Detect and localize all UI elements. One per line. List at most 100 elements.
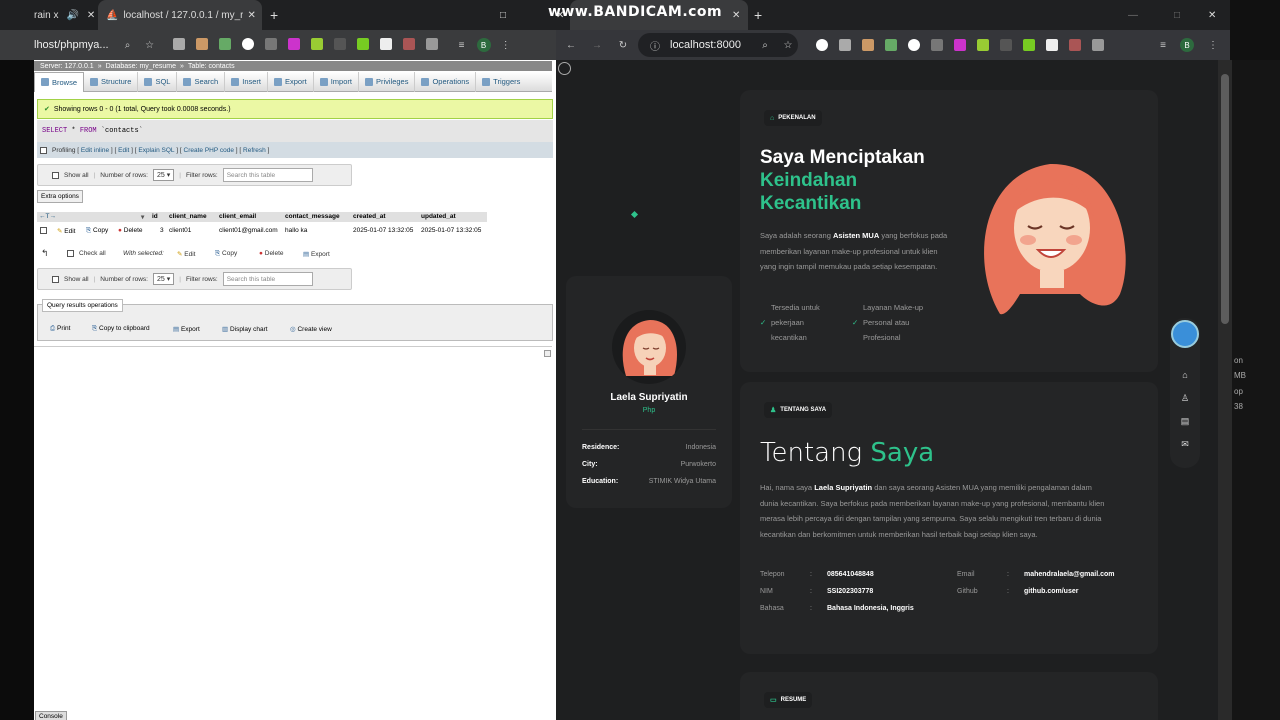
reload-icon[interactable]: ↻ [616,38,630,52]
site-info-icon[interactable]: ⓘ [648,38,662,53]
new-tab-button[interactable]: + [754,0,768,30]
check-all-checkbox[interactable] [67,250,74,257]
user-icon[interactable]: ♙ [1179,393,1191,404]
rows-per-page-select[interactable]: 25 ▾ [152,273,175,285]
menu-icon[interactable]: ⋮ [499,38,513,52]
maximize-icon[interactable]: □ [500,0,514,30]
zoom-icon[interactable]: ⌕ [758,38,772,52]
extension-icon[interactable] [218,37,231,50]
refresh-link[interactable]: Refresh [243,147,266,154]
filter-rows-input[interactable]: Search this table [222,272,313,286]
tab-insert[interactable]: Insert [225,71,268,92]
extension-icon[interactable] [333,37,346,50]
extension-icon[interactable] [356,37,369,50]
extension-icon[interactable] [931,39,943,51]
close-icon[interactable]: ✕ [247,10,255,21]
show-all-checkbox[interactable] [52,275,59,283]
extension-icon[interactable] [287,37,300,50]
column-created-at[interactable]: created_at [353,213,386,220]
profile-avatar[interactable]: B [1180,38,1194,52]
scroll-box[interactable] [544,350,551,357]
extension-icon[interactable] [1023,39,1035,51]
tab-export[interactable]: Export [268,71,314,92]
tab-structure[interactable]: Structure [84,71,139,92]
forward-icon[interactable]: → [590,38,604,52]
back-icon[interactable]: ← [564,38,578,52]
queue-icon[interactable]: ≡ [1156,38,1170,52]
puzzle-icon[interactable] [425,37,438,50]
tab-browse[interactable]: Browse [34,71,85,92]
copy-clipboard-link[interactable]: ⎘ Copy to clipboard [92,325,150,333]
bulk-edit-button[interactable]: ✎ Edit [177,250,195,258]
close-icon[interactable]: ✕ [87,10,94,21]
star-icon[interactable]: ☆ [781,38,795,52]
close-window-icon[interactable]: ✕ [1208,0,1222,30]
breadcrumb-database[interactable]: Database: my_resume [106,63,176,70]
profiling-checkbox[interactable] [40,146,47,154]
extension-icon[interactable] [310,37,323,50]
scrollbar-thumb[interactable] [1221,74,1229,324]
bulk-copy-button[interactable]: ⎘ Copy [215,250,237,258]
column-contact-message[interactable]: contact_message [285,213,340,220]
column-id[interactable]: id [152,213,158,220]
filter-rows-input[interactable]: Search this table [222,168,313,182]
tab-triggers[interactable]: Triggers [476,72,526,92]
github-link[interactable]: github.com/user [1024,588,1078,595]
edit-inline-link[interactable]: Edit inline [81,147,109,154]
tab-search[interactable]: Search [177,71,226,92]
minimize-icon[interactable]: — [1128,0,1142,30]
extension-icon[interactable] [1069,39,1081,51]
url-field[interactable]: ⓘ localhost:8000 [638,33,798,57]
bulk-delete-button[interactable]: ● Delete [259,250,284,257]
tab-phpmyadmin[interactable]: ⛵ localhost / 127.0.0.1 / my_resu ✕ [98,0,262,30]
bulk-export-button[interactable]: ▤ Export [303,250,330,258]
extension-icon[interactable] [264,37,277,50]
check-all-label[interactable]: Check all [79,250,106,257]
console-button[interactable]: Console [35,711,67,720]
print-link[interactable]: ⎙ Print [50,325,70,333]
mail-icon[interactable]: ✉ [1179,439,1191,450]
extension-icon[interactable] [241,37,254,50]
rows-per-page-select[interactable]: 25 ▾ [152,169,175,181]
row-edit-link[interactable]: ✎ Edit [57,227,75,235]
extension-icon[interactable] [1046,39,1058,51]
star-icon[interactable]: ☆ [143,38,157,52]
address-text[interactable]: lhost/phpmya... [34,39,109,51]
extension-icon[interactable] [885,39,897,51]
column-client-email[interactable]: client_email [219,213,256,220]
column-client-name[interactable]: client_name [169,213,207,220]
breadcrumb-server[interactable]: Server: 127.0.0.1 [40,63,94,70]
column-updated-at[interactable]: updated_at [421,213,456,220]
email-link[interactable]: mahendralaela@gmail.com [1024,571,1114,578]
extra-options-button[interactable]: Extra options [37,190,83,203]
extension-icon[interactable] [172,37,185,50]
explain-sql-link[interactable]: Explain SQL [138,147,174,154]
extension-icon[interactable] [977,39,989,51]
create-view-link[interactable]: ◎ Create view [290,325,332,333]
tab-privileges[interactable]: Privileges [359,71,416,92]
maximize-icon[interactable]: □ [1174,0,1188,30]
tab-import[interactable]: Import [314,71,359,92]
create-php-link[interactable]: Create PHP code [184,147,234,154]
home-icon[interactable]: ⌂ [1179,370,1191,380]
zoom-icon[interactable]: ⌕ [121,38,135,52]
display-chart-link[interactable]: ▥ Display chart [222,325,268,333]
document-icon[interactable]: ▤ [1179,416,1191,427]
tab-sql[interactable]: SQL [138,71,178,92]
close-icon[interactable]: ✕ [732,0,746,30]
profile-avatar[interactable]: B [476,38,491,52]
puzzle-icon[interactable] [1092,39,1104,51]
extension-icon[interactable] [839,39,851,51]
extension-icon[interactable] [954,39,966,51]
export-link[interactable]: ▤ Export [173,325,200,333]
tab-operations[interactable]: Operations [415,71,477,92]
tab-rain[interactable]: rain x 🔊 ✕ [34,0,94,30]
extension-icon[interactable] [379,37,392,50]
menu-icon[interactable]: ⋮ [1206,38,1220,52]
row-copy-link[interactable]: ⎘ Copy [86,227,108,235]
page-scrollbar[interactable] [1218,60,1232,720]
row-delete-link[interactable]: ● Delete [118,227,143,234]
new-tab-button[interactable]: + [270,0,284,30]
show-all-checkbox[interactable] [52,171,59,179]
extension-icon[interactable] [195,37,208,50]
